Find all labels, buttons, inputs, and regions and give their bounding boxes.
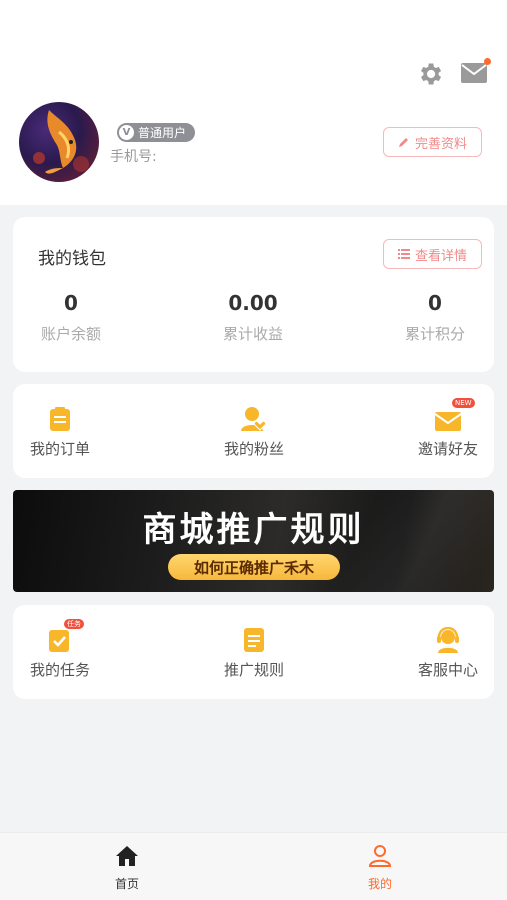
edit-profile-button[interactable]: 完善资料: [383, 127, 482, 157]
stat-points[interactable]: 0 累计积分: [375, 291, 495, 344]
support-icon: [437, 627, 459, 653]
stat-earnings[interactable]: 0.00 累计收益: [193, 291, 313, 344]
new-tag: NEW: [452, 398, 475, 408]
menu-label-orders: 我的订单: [29, 440, 90, 458]
menu-item-orders[interactable]: 我的订单: [10, 402, 110, 459]
menu-label-support: 客服中心: [417, 661, 478, 679]
edit-profile-label: 完善资料: [414, 136, 467, 152]
view-details-button[interactable]: 查看详情: [383, 239, 482, 269]
banner-title: 商城推广规则: [142, 510, 365, 550]
balance-label: 账户余额: [40, 325, 101, 343]
invite-icon: [434, 412, 462, 431]
menu-item-support[interactable]: 客服中心: [398, 623, 498, 680]
gear-icon[interactable]: [416, 60, 444, 88]
promo-banner[interactable]: 商城推广规则 如何正确推广禾木: [13, 490, 494, 592]
menu-item-tasks[interactable]: 任务 我的任务: [10, 619, 110, 680]
stat-balance[interactable]: 0 账户余额: [11, 291, 131, 344]
task-icon: [49, 630, 69, 652]
rules-icon: [244, 628, 264, 652]
balance-value: 0: [64, 291, 78, 315]
menu-item-invite[interactable]: NEW 邀请好友: [398, 398, 498, 459]
earnings-value: 0.00: [228, 291, 278, 315]
menu-label-fans: 我的粉丝: [223, 440, 284, 458]
quick-menu-1: 我的订单 我的粉丝 NEW 邀请好友: [13, 384, 494, 478]
quick-menu-2: 任务 我的任务 推广规则 客服中心: [13, 605, 494, 699]
banner-subtitle: 如何正确推广禾木: [168, 554, 340, 580]
fans-icon: [241, 407, 267, 431]
earnings-label: 累计收益: [222, 325, 283, 343]
phone-number: 手机号:: [110, 149, 157, 165]
bottom-tab-bar: 首页 我的: [0, 832, 507, 900]
points-value: 0: [428, 291, 442, 315]
user-level-badge: V 普通用户: [117, 123, 196, 142]
order-icon: [50, 407, 70, 431]
pencil-icon: [398, 138, 408, 147]
menu-label-rules: 推广规则: [223, 661, 284, 679]
user-icon: [368, 845, 392, 867]
wallet-title: 我的钱包: [38, 249, 106, 269]
tab-label-home: 首页: [114, 877, 139, 891]
home-icon: [116, 846, 138, 866]
task-tag: 任务: [64, 619, 84, 629]
user-level-label: 普通用户: [138, 126, 187, 140]
tab-mine[interactable]: 我的: [340, 845, 420, 892]
mail-icon[interactable]: [459, 58, 491, 86]
menu-label-invite: 邀请好友: [417, 440, 478, 458]
tab-home[interactable]: 首页: [87, 845, 167, 892]
menu-item-rules[interactable]: 推广规则: [204, 623, 304, 680]
menu-item-fans[interactable]: 我的粉丝: [204, 402, 304, 459]
view-details-label: 查看详情: [414, 248, 467, 264]
tab-label-mine: 我的: [367, 877, 392, 891]
unread-dot: [484, 58, 491, 65]
menu-label-tasks: 我的任务: [29, 661, 90, 679]
wallet-card: 我的钱包 查看详情 0 账户余额 0.00 累计收益 0 累计积分: [13, 217, 494, 372]
list-icon: [397, 249, 410, 259]
verified-icon: V: [119, 125, 134, 140]
points-label: 累计积分: [404, 325, 465, 343]
avatar[interactable]: [19, 102, 99, 182]
profile-header: V 普通用户 手机号: 完善资料: [0, 0, 507, 205]
